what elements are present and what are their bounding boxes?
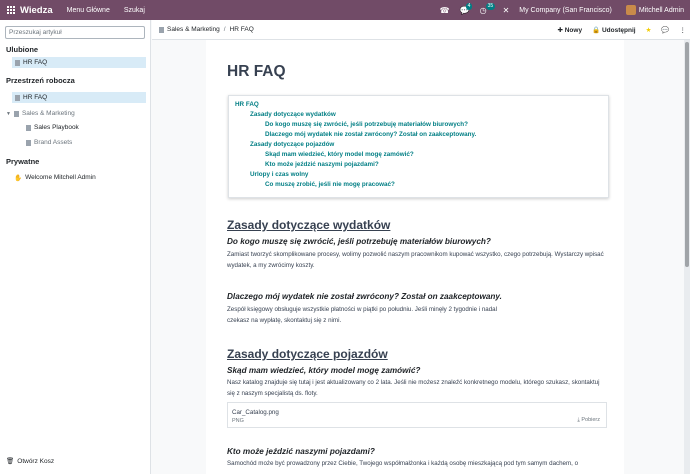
new-label: Nowy	[564, 27, 583, 34]
systray: ☎ 💬 4 ◷ 35 ✕ My Company (San Francisco) Mi…	[440, 0, 690, 20]
menu-search[interactable]: Szukaj	[124, 7, 145, 14]
chatter-icon[interactable]: 💬	[661, 26, 669, 34]
new-article-button[interactable]: ✚ Nowy	[557, 26, 582, 34]
toc-link[interactable]: Urlopy i czas wolny	[250, 171, 308, 178]
breadcrumb-current: HR FAQ	[229, 26, 254, 33]
attachment-filename[interactable]: Car_Catalog.png	[232, 409, 279, 416]
private-item-welcome[interactable]: ✋ Welcome Mitchell Admin	[14, 172, 96, 183]
item-label: HR FAQ	[23, 94, 48, 101]
favorite-item-hr-faq[interactable]: HR FAQ	[12, 57, 146, 68]
answer-paragraph: Samochód może być prowadzony przez Ciebi…	[227, 460, 579, 467]
debug-tools-icon[interactable]: ✕	[503, 6, 510, 15]
open-trash-button[interactable]: 🗑 Otwórz Kosz	[6, 457, 55, 466]
discuss-icon[interactable]: 💬 4	[460, 2, 473, 15]
user-menu[interactable]: Mitchell Admin	[639, 7, 684, 14]
favorites-section-title: Ulubione	[6, 45, 39, 54]
favorite-star-icon[interactable]: ★	[646, 26, 652, 34]
question-heading: Skąd mam wiedzieć, który model mogę zamó…	[227, 366, 421, 375]
article-search-input[interactable]: Przeszukaj artykuł	[5, 26, 145, 39]
activity-badge: 35	[485, 2, 496, 10]
item-label: Sales & Marketing	[21, 110, 75, 117]
toc-link[interactable]: Dlaczego mój wydatek nie został zwrócony…	[265, 131, 476, 138]
toc-link[interactable]: Do kogo muszę się zwrócić, jeśli potrzeb…	[265, 121, 468, 128]
attachment-download-button[interactable]: ⤓ Pobierz	[577, 417, 600, 424]
toc-link[interactable]: HR FAQ	[235, 101, 259, 108]
item-label: Brand Assets	[34, 139, 73, 146]
trash-icon: 🗑	[6, 458, 15, 465]
breadcrumb: Sales & Marketing / HR FAQ	[159, 26, 254, 33]
item-label: HR FAQ	[23, 59, 48, 66]
item-label: Welcome Mitchell Admin	[25, 174, 96, 181]
table-of-contents: HR FAQ Zasady dotyczące wydatków Do kogo…	[228, 95, 609, 198]
answer-paragraph: Nasz katalog znajduje się tutaj i jest a…	[227, 379, 600, 397]
top-navbar: Wiedza Menu Główne Szukaj ☎ 💬 4 ◷ 35 ✕ My …	[0, 0, 690, 20]
discuss-badge: 4	[465, 2, 473, 10]
toc-link[interactable]: Skąd mam wiedzieć, który model mogę zamó…	[265, 151, 414, 158]
toc-link[interactable]: Co muszę zrobić, jeśli nie mogę pracować…	[265, 181, 395, 188]
workspace-item-sales-playbook[interactable]: Sales Playbook	[26, 122, 79, 133]
attachment-type: PNG	[232, 418, 244, 424]
apps-menu-icon[interactable]	[7, 6, 15, 14]
question-heading: Kto może jeździć naszymi pojazdami?	[227, 447, 375, 456]
answer-paragraph: Zamiast tworzyć skomplikowane procesy, w…	[227, 251, 604, 269]
section-heading-vehicles: Zasady dotyczące pojazdów	[227, 347, 388, 361]
workspace-item-sales-marketing[interactable]: ▼ Sales & Marketing	[6, 108, 75, 119]
toc-link[interactable]: Kto może jeździć naszymi pojazdami?	[265, 161, 379, 168]
activity-clock-icon[interactable]: ◷ 35	[480, 2, 496, 15]
share-label: Udostępnij	[601, 27, 636, 34]
document-icon	[26, 124, 31, 131]
document-icon	[26, 139, 31, 146]
breadcrumb-parent[interactable]: Sales & Marketing	[167, 26, 220, 33]
workspace-section-title: Przestrzeń robocza	[6, 76, 75, 85]
user-avatar[interactable]	[625, 5, 636, 15]
more-options-icon[interactable]: ⋮	[680, 26, 687, 34]
question-heading: Do kogo muszę się zwrócić, jeśli potrzeb…	[227, 237, 491, 246]
trash-label: Otwórz Kosz	[17, 457, 55, 465]
private-section-title: Prywatne	[6, 157, 40, 166]
workspace-item-brand-assets[interactable]: Brand Assets	[26, 137, 72, 148]
caret-down-icon[interactable]: ▼	[6, 111, 11, 117]
phone-icon[interactable]: ☎	[440, 6, 450, 15]
section-heading-expenses: Zasady dotyczące wydatków	[227, 218, 391, 232]
app-brand[interactable]: Wiedza	[20, 5, 53, 16]
page-scrollbar[interactable]	[684, 40, 690, 474]
share-button[interactable]: 🔒 Udostępnij	[592, 26, 636, 34]
toc-link[interactable]: Zasady dotyczące wydatków	[250, 111, 336, 118]
document-icon	[15, 59, 20, 66]
scrollbar-thumb[interactable]	[685, 42, 689, 267]
answer-paragraph: Zespół księgowy obsługuje wszystkie płat…	[227, 306, 497, 324]
workspace-item-hr-faq[interactable]: HR FAQ	[12, 92, 146, 103]
knowledge-sidebar: Przeszukaj artykuł Ulubione HR FAQ Przes…	[0, 20, 151, 474]
menu-main[interactable]: Menu Główne	[67, 7, 110, 14]
document-icon	[15, 94, 20, 101]
item-label: Sales Playbook	[34, 124, 79, 131]
attachment-card[interactable]: Car_Catalog.png PNG ⤓ Pobierz	[227, 402, 607, 428]
toc-link[interactable]: Zasady dotyczące pojazdów	[250, 141, 334, 148]
document-icon	[159, 26, 164, 33]
question-heading: Dlaczego mój wydatek nie został zwrócony…	[227, 292, 502, 301]
control-panel: Sales & Marketing / HR FAQ ✚ Nowy 🔒 Udos…	[152, 20, 690, 40]
document-icon	[13, 110, 19, 117]
control-actions: ✚ Nowy 🔒 Udostępnij ★ 💬 ⋮	[557, 20, 690, 40]
waving-hand-icon: ✋	[14, 174, 23, 182]
download-label: Pobierz	[581, 417, 600, 423]
breadcrumb-separator: /	[223, 26, 226, 33]
article-page: HR FAQ HR FAQ Zasady dotyczące wydatków …	[206, 40, 624, 474]
company-switcher[interactable]: My Company (San Francisco)	[519, 7, 612, 14]
article-title[interactable]: HR FAQ	[227, 63, 286, 81]
